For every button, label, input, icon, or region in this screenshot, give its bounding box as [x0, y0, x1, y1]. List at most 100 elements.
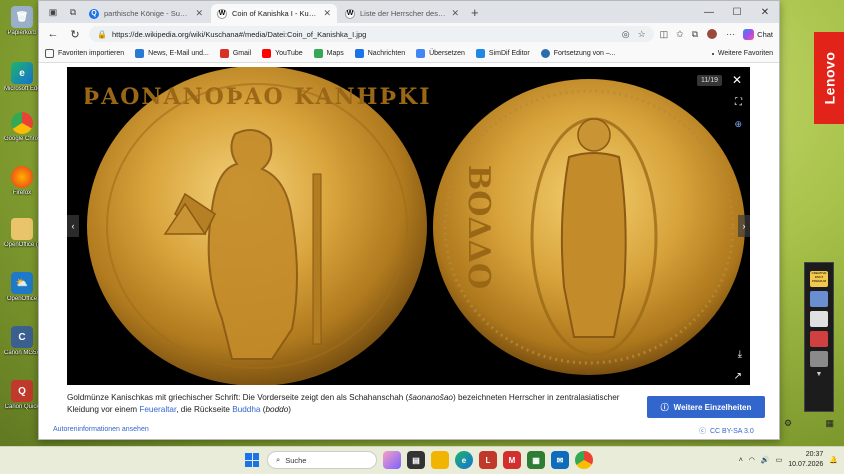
fullscreen-icon[interactable]: ⛶ — [735, 97, 742, 108]
taskbar-copilot-app[interactable] — [383, 451, 401, 469]
workspaces-icon[interactable]: ▣ — [45, 4, 61, 20]
taskbar-mail-icon[interactable]: ✉ — [551, 451, 569, 469]
bookmark-maps[interactable]: Maps — [313, 49, 344, 58]
minimize-icon[interactable]: — — [695, 1, 723, 23]
side-controls: ⚙ ▦ — [784, 416, 834, 430]
close-viewer-icon[interactable]: ✕ — [732, 73, 742, 87]
bookmark-news-google[interactable]: Nachrichten — [354, 49, 405, 58]
maximize-icon[interactable]: ☐ — [723, 1, 751, 23]
bookmark-more-favorites[interactable]: Weitere Favoriten — [711, 50, 773, 57]
copilot-chat-button[interactable]: Chat — [743, 28, 773, 40]
favorite-star-icon[interactable]: ☆ — [638, 29, 646, 40]
desktop-icon-canon-quick[interactable]: Q Canon Quick — [4, 380, 40, 410]
license-link[interactable]: ⓒ CC BY-SA 3.0 — [699, 426, 754, 436]
toolbar-icons: ◫ ✩ ⧉ ⋯ Chat — [660, 28, 773, 40]
tab-parther-list[interactable]: W Liste der Herrscher des Partherrei ✕ — [339, 4, 465, 23]
image-caption: Goldmünze Kanischkas mit griechischer Sc… — [67, 393, 620, 414]
more-details-button[interactable]: ⓘ Weitere Einzelheiten — [647, 396, 765, 418]
lenovo-badge: Lenovo — [814, 32, 844, 124]
link-buddha[interactable]: Buddha — [232, 405, 260, 414]
desktop-icon-openoffice-installer[interactable]: OpenOffice (64) Installer — [4, 218, 40, 248]
desktop-icon-firefox[interactable]: Firefox — [4, 166, 40, 196]
taskbar-app-grid-icon[interactable]: ▦ — [527, 451, 545, 469]
chevron-down-icon[interactable]: ▼ — [805, 371, 833, 378]
bookmark-import[interactable]: Favoriten importieren — [45, 49, 124, 58]
side-widget-panel: CREATIVE PAINT PREMIUM ▼ — [804, 262, 834, 412]
clock[interactable]: 20:37 10.07.2026 — [788, 450, 823, 470]
creative-paint-tile[interactable]: CREATIVE PAINT PREMIUM — [810, 271, 828, 287]
close-tab-icon[interactable]: ✕ — [323, 8, 331, 19]
wifi-icon[interactable]: ◠ — [749, 456, 755, 464]
taskbar-chrome-icon[interactable] — [575, 451, 593, 469]
link-feueraltar[interactable]: Feueraltar — [139, 405, 176, 414]
close-window-icon[interactable]: ✕ — [751, 1, 779, 23]
widget-tile-4[interactable] — [810, 331, 828, 347]
cc-icon: ⓒ — [699, 428, 706, 435]
tab-actions-icon[interactable]: ⧉ — [65, 4, 81, 20]
widget-tile-3[interactable] — [810, 311, 828, 327]
msn-icon — [135, 49, 145, 58]
battery-icon[interactable]: ▭ — [776, 456, 783, 464]
widget-tile-2[interactable] — [810, 291, 828, 307]
chevron-up-icon[interactable]: ˄ — [739, 457, 743, 464]
desktop-icon-openoffice[interactable]: ⛅ OpenOffice — [4, 272, 40, 302]
bookmark-youtube[interactable]: YouTube — [262, 49, 303, 58]
desktop-icon-edge[interactable]: e Microsoft Edge — [4, 62, 40, 92]
desktop-icon-recycle-bin[interactable]: 🗑 Papierkorb — [4, 6, 40, 36]
canon-quick-icon: Q — [11, 380, 33, 402]
taskbar-mcafee-icon[interactable]: M — [503, 451, 521, 469]
next-image-button[interactable]: › — [738, 215, 750, 237]
bookmark-translate[interactable]: Übersetzen — [416, 49, 465, 58]
collections-icon[interactable]: ⧉ — [692, 29, 698, 40]
taskbar-edge-icon[interactable]: e — [455, 451, 473, 469]
split-screen-icon[interactable]: ◫ — [660, 29, 669, 40]
taskbar-app-l-icon[interactable]: L — [479, 451, 497, 469]
bookmark-simdif[interactable]: SimDif Editor — [475, 49, 530, 58]
back-button[interactable]: ← — [45, 26, 61, 42]
zoom-icon[interactable]: ⊕ — [734, 119, 742, 130]
close-tab-icon[interactable]: ✕ — [195, 8, 203, 19]
recycle-bin-icon: 🗑 — [11, 6, 33, 28]
taskbar-search[interactable]: ⌕ Suche — [267, 451, 377, 469]
firefox-icon — [11, 166, 33, 188]
folder-icon — [11, 218, 33, 240]
start-button[interactable] — [243, 451, 261, 469]
coin-reverse-legend: ΒΟΔΔΟ — [461, 165, 496, 289]
previous-image-button[interactable]: ‹ — [67, 215, 79, 237]
notifications-icon[interactable]: 🔔 — [829, 456, 838, 464]
taskbar: ⌕ Suche ▤ e L M ▦ ✉ ˄ ◠ 🔊 ▭ 20:37 10.07.… — [0, 446, 844, 474]
window-controls: — ☐ ✕ — [695, 1, 779, 23]
bookmark-fortsetzung[interactable]: Fortsetzung von –... — [540, 49, 616, 58]
favorites-icon[interactable]: ✩ — [676, 29, 684, 40]
reader-icon[interactable]: ◎ — [622, 29, 630, 40]
media-viewer: ϷΑΟΝΑΝΟϷΑΟ ΚΑΝΗϷΚΙ ΒΟΔΔΟ 11/19 ✕ ⛶ ⊕ ‹ ›… — [67, 67, 750, 385]
speaker-icon[interactable]: 🔊 — [761, 456, 770, 464]
widget-tile-5[interactable] — [810, 351, 828, 367]
openoffice-icon: ⛅ — [11, 272, 33, 294]
share-icon[interactable]: ↗ — [734, 371, 742, 382]
search-favicon-icon: Q — [89, 8, 99, 19]
bookmark-gmail[interactable]: Gmail — [219, 49, 251, 58]
desktop-icons: 🗑 Papierkorb e Microsoft Edge Google Chr… — [0, 0, 42, 430]
keyboard-icon[interactable]: ▦ — [825, 418, 834, 429]
author-info-link[interactable]: Autoreninformationen ansehen — [53, 426, 149, 433]
search-icon: ⌕ — [276, 455, 281, 464]
close-tab-icon[interactable]: ✕ — [451, 8, 459, 19]
desktop-icon-canon-manual[interactable]: C Canon MG5xxx On-Screen... — [4, 326, 40, 356]
taskbar-explorer-icon[interactable] — [431, 451, 449, 469]
reload-button[interactable]: ↻ — [67, 26, 83, 42]
bookmark-news[interactable]: News, E-Mail und... — [135, 49, 209, 58]
import-icon — [45, 49, 54, 58]
profile-avatar[interactable] — [706, 28, 719, 40]
new-tab-button[interactable]: + — [471, 5, 479, 20]
tab-search[interactable]: Q parthische Könige - Suchen ✕ — [83, 4, 209, 23]
taskbar-task-view[interactable]: ▤ — [407, 451, 425, 469]
more-menu-icon[interactable]: ⋯ — [726, 29, 735, 40]
desktop-icon-chrome[interactable]: Google Chrome — [4, 112, 40, 142]
address-bar[interactable]: 🔒 https://de.wikipedia.org/wiki/Kuschana… — [89, 26, 654, 42]
simdif-icon — [475, 49, 485, 58]
settings-icon[interactable]: ⚙ — [784, 418, 792, 429]
download-icon[interactable]: ⤓ — [738, 349, 742, 360]
address-url[interactable]: https://de.wikipedia.org/wiki/Kuschana#/… — [112, 30, 617, 39]
tab-coin-kanishka[interactable]: W Coin of Kanishka I - Kuschana – W ✕ — [211, 4, 337, 23]
